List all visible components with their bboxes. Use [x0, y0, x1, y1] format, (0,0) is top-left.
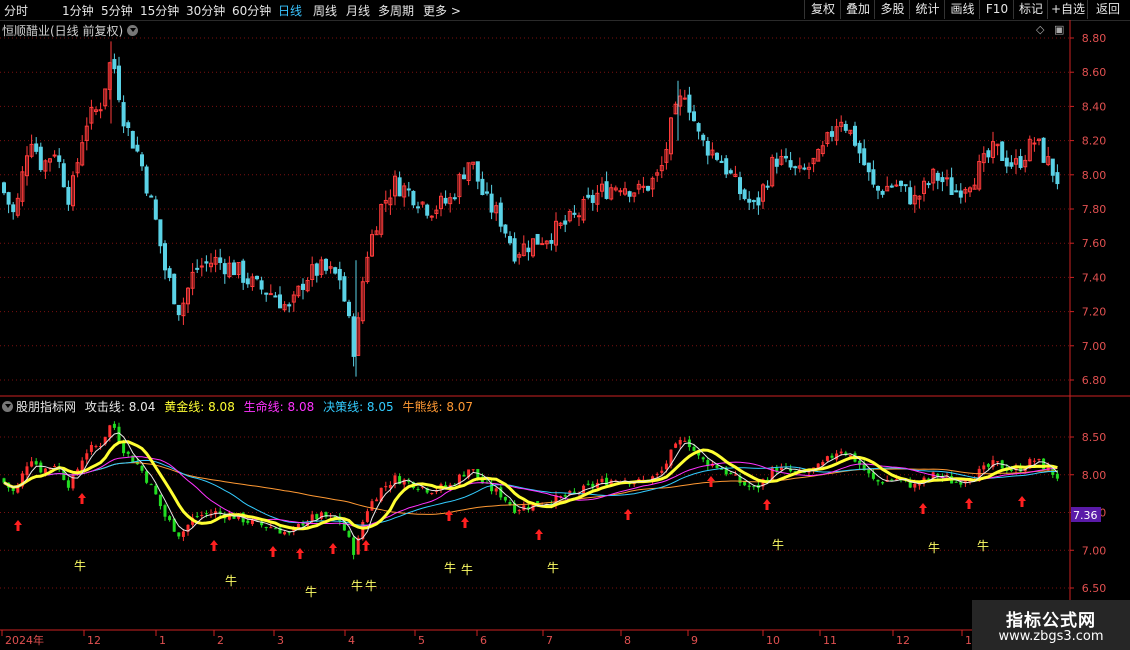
buy-arrow-icon — [14, 520, 22, 531]
time-tick-label: 3 — [277, 634, 284, 647]
indicator-tick-label: 7.00 — [1082, 544, 1107, 557]
buy-arrow-icon — [763, 499, 771, 510]
time-tick-label: 8 — [624, 634, 631, 647]
main-grid — [0, 37, 1070, 381]
bull-signal-marker: 牛 — [547, 560, 559, 575]
price-tick-label: 8.60 — [1082, 66, 1107, 79]
time-tick-label: 1 — [965, 634, 972, 647]
buy-arrow-icon — [1018, 496, 1026, 507]
time-tick-label: 11 — [823, 634, 837, 647]
time-tick-label: 6 — [480, 634, 487, 647]
time-tick-label: 5 — [418, 634, 425, 647]
time-tick-label: 4 — [348, 634, 355, 647]
time-tick-label: 10 — [766, 634, 780, 647]
axes — [0, 20, 1130, 631]
buy-arrow-icon — [624, 509, 632, 520]
decision-line — [3, 459, 1058, 526]
buy-arrow-icon — [461, 517, 469, 528]
bull-signal-marker: 牛 — [74, 558, 86, 573]
buy-arrow-icon — [329, 543, 337, 554]
time-axis-ticks: 2024年 12 1 2 3 4 5 6 7 8 9 10 11 12 1 — [1, 630, 972, 647]
buy-arrow-icon — [296, 548, 304, 559]
watermark-box: 指标公式网 www.zbgs3.com — [972, 600, 1130, 650]
bull-signal-marker: 牛 — [365, 578, 377, 593]
price-tick-label: 8.00 — [1082, 169, 1107, 182]
buy-arrow-icon — [362, 540, 370, 551]
bull-signal-marker: 牛 — [461, 562, 473, 577]
buy-arrow-icon — [210, 540, 218, 551]
bull-signal-marker: 牛 — [928, 540, 940, 555]
buy-arrow-icon — [965, 498, 973, 509]
price-tick-label: 7.80 — [1082, 203, 1107, 216]
indicator-tick-label: 8.00 — [1082, 469, 1107, 482]
watermark-url: www.zbgs3.com — [998, 629, 1104, 644]
indicator-dropdown-icon[interactable] — [2, 401, 13, 412]
price-tick-label: 6.80 — [1082, 374, 1107, 387]
bull-signal-marker: 牛 — [977, 538, 989, 553]
chart-canvas[interactable]: 牛牛牛牛牛牛牛牛牛牛牛 8.808.608.408.208.007.807.60… — [0, 0, 1130, 650]
time-tick-label: 12 — [896, 634, 910, 647]
bull-signal-marker: 牛 — [225, 573, 237, 588]
price-tick-label: 8.20 — [1082, 135, 1107, 148]
bullbear-line — [63, 462, 1058, 515]
price-tick-label: 7.00 — [1082, 340, 1107, 353]
price-tick-label: 7.60 — [1082, 237, 1107, 250]
watermark-logo: 指标公式网 — [1006, 611, 1096, 631]
time-tick-label: 12 — [87, 634, 101, 647]
time-tick-label: 1 — [159, 634, 166, 647]
price-tick-label: 7.20 — [1082, 306, 1107, 319]
time-tick-label: 2 — [217, 634, 224, 647]
bull-signal-marker: 牛 — [444, 560, 456, 575]
indicator-title-bar: 股朋指标网 攻击线: 8.04 黄金线: 8.08 生命线: 8.08 决策线:… — [2, 398, 478, 415]
indicator-tick-label: 6.50 — [1082, 582, 1107, 595]
buy-arrow-icon — [78, 493, 86, 504]
gold-line — [3, 440, 1058, 531]
legend-bullbear-line: 牛熊线: 8.07 — [402, 400, 474, 414]
legend-gold-line: 黄金线: 8.08 — [164, 400, 235, 414]
current-value-badge: 7.36 — [1071, 507, 1101, 522]
price-tick-label: 8.80 — [1082, 32, 1107, 45]
price-tick-label: 7.40 — [1082, 271, 1107, 284]
price-axis-ticks: 8.80 8.60 8.40 8.20 8.00 7.80 7.60 7.40 7.20 7.00… — [1070, 32, 1106, 387]
price-tick-label: 8.40 — [1082, 100, 1107, 113]
time-tick-label: 7 — [546, 634, 553, 647]
indicator-tick-label: 8.50 — [1082, 431, 1107, 444]
bull-signal-marker: 牛 — [305, 584, 317, 599]
legend-attack-line: 攻击线: 8.04 — [84, 400, 156, 414]
buy-arrow-icon — [269, 546, 277, 557]
indicator-name: 股朋指标网 — [16, 400, 77, 414]
current-value-text: 7.36 — [1073, 509, 1098, 522]
indicator-lines — [3, 432, 1058, 541]
time-tick-label: 2024年 — [5, 633, 44, 647]
signal-markers: 牛牛牛牛牛牛牛牛牛牛牛 — [14, 476, 1026, 599]
bull-signal-marker: 牛 — [772, 537, 784, 552]
attack-line — [3, 432, 1058, 541]
legend-life-line: 生命线: 8.08 — [243, 400, 315, 414]
buy-arrow-icon — [535, 529, 543, 540]
legend-decision-line: 决策线: 8.05 — [323, 400, 394, 414]
time-tick-label: 9 — [691, 634, 698, 647]
bull-signal-marker: 牛 — [351, 578, 363, 593]
